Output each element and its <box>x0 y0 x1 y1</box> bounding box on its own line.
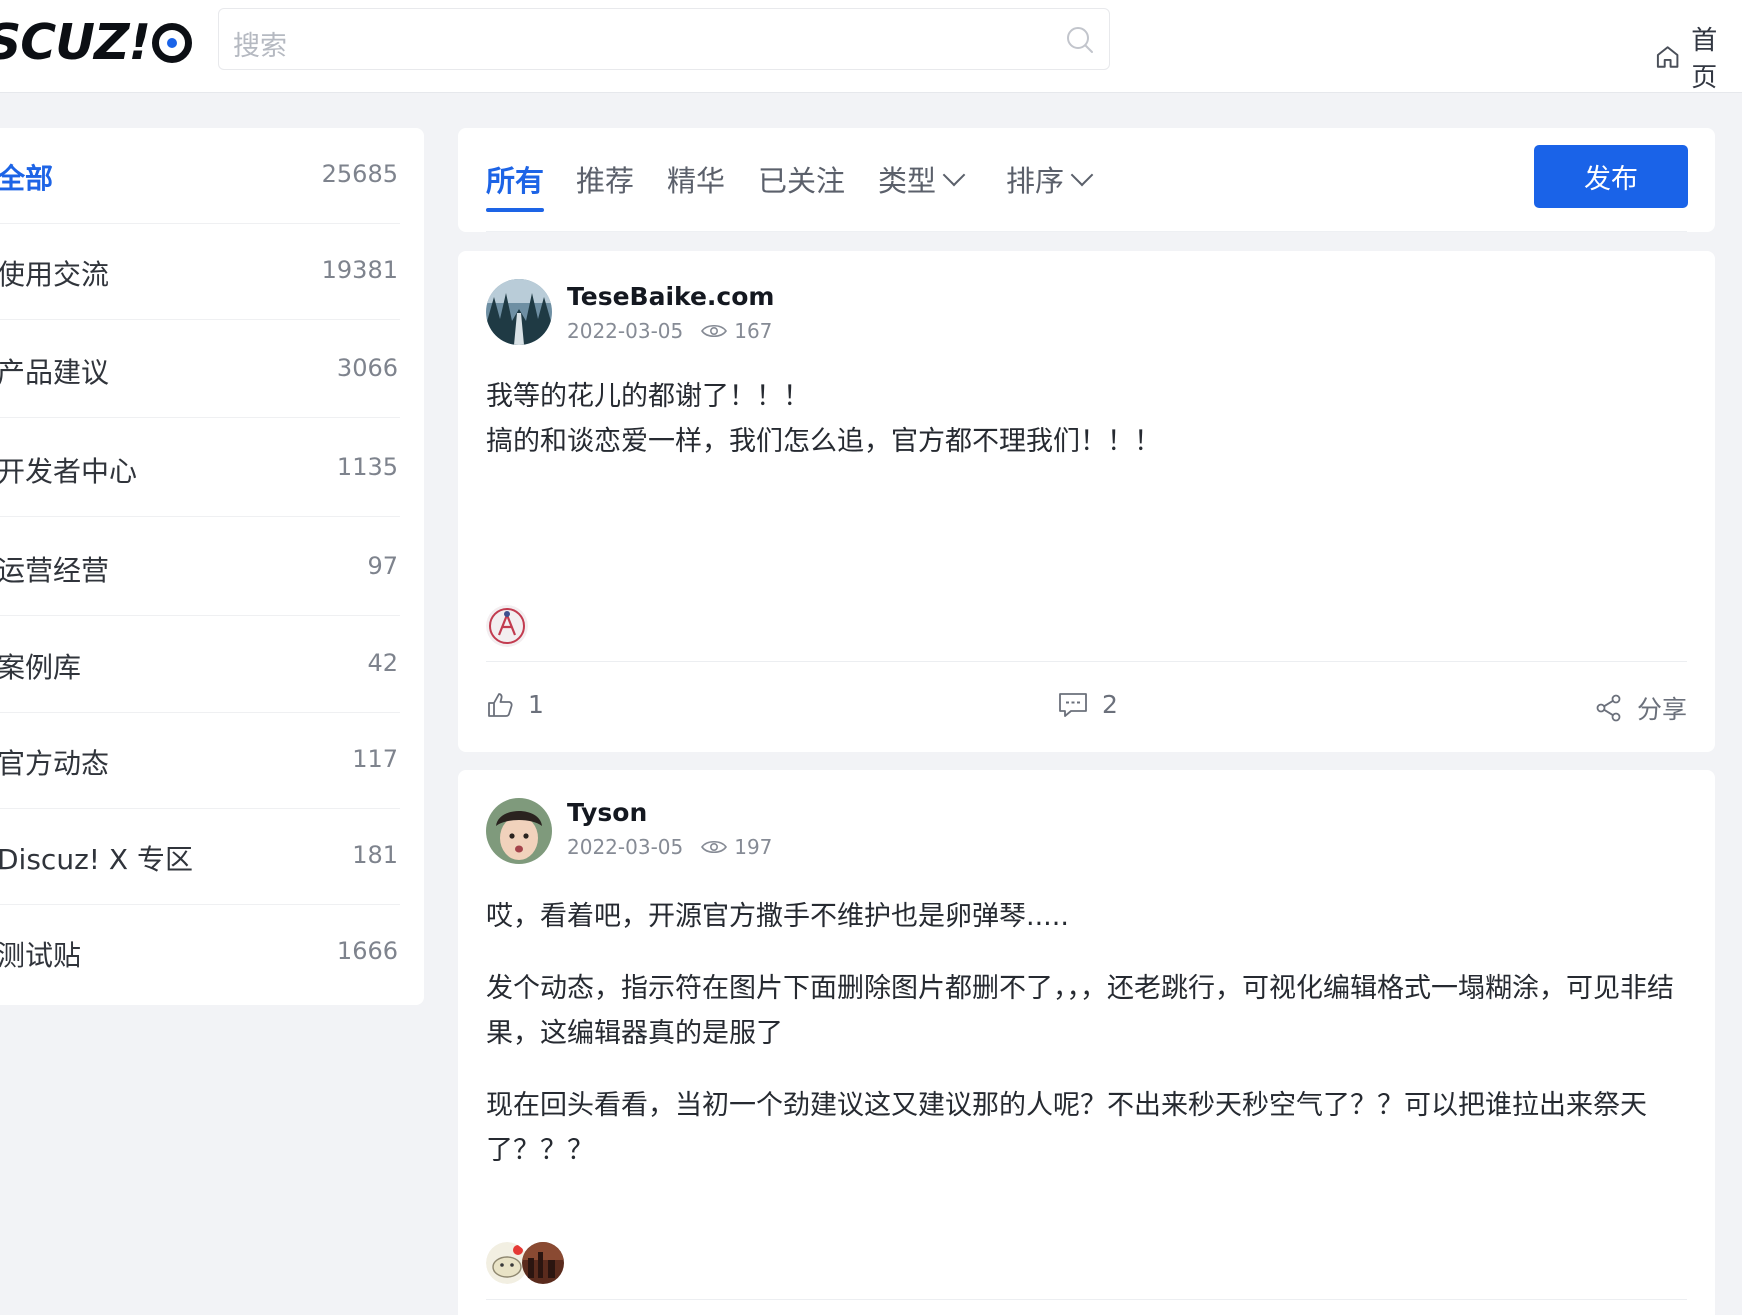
sidebar-item-label: 官方动态 <box>0 747 110 780</box>
tab-sort-label: 排序 <box>1006 164 1065 198</box>
logo-q-mark <box>151 23 192 63</box>
sidebar-item-label: 开发者中心 <box>0 455 138 488</box>
post-meta: 2022-03-05 197 <box>567 835 772 859</box>
home-nav-link[interactable]: 首页 <box>1654 20 1742 94</box>
tab-sort-dropdown[interactable]: 排序 <box>1006 158 1094 200</box>
post-view-count: 197 <box>734 835 773 859</box>
tab-recommend[interactable]: 推荐 <box>576 158 634 200</box>
sidebar-item-discuz-x[interactable]: Discuz! X 专区 181 <box>0 809 400 905</box>
reaction-avatar-image <box>486 605 528 647</box>
sidebar-item-label: 使用交流 <box>0 258 110 291</box>
sidebar-item-usage[interactable]: 使用交流 19381 <box>0 224 400 320</box>
share-label: 分享 <box>1637 695 1688 724</box>
comment-button[interactable]: 2 <box>1058 690 1118 719</box>
sidebar-item-label: Discuz! X 专区 <box>0 843 193 876</box>
reaction-avatars <box>486 1242 576 1286</box>
sidebar-item-official[interactable]: 官方动态 117 <box>0 713 400 809</box>
sidebar-item-label: 全部 <box>0 162 54 195</box>
sidebar-item-count: 181 <box>352 841 398 869</box>
sidebar-item-cases[interactable]: 案例库 42 <box>0 617 400 713</box>
sidebar-item-label: 案例库 <box>0 651 82 684</box>
sidebar-item-all[interactable]: 全部 25685 <box>0 128 400 224</box>
post-card: Tyson 2022-03-05 197 哎，看着吧，开源官方撒手不维护也是卵弹… <box>458 770 1715 1315</box>
post-views: 197 <box>701 835 772 859</box>
post-content[interactable]: 我等的花儿的都谢了！！！ 搞的和谈恋爱一样，我们怎么追，官方都不理我们！！！ <box>486 374 1687 464</box>
sidebar-item-developers[interactable]: 开发者中心 1135 <box>0 421 400 517</box>
sidebar-item-count: 19381 <box>321 256 398 284</box>
like-count: 1 <box>528 690 544 719</box>
post-divider <box>486 661 1687 662</box>
sidebar-item-label: 运营经营 <box>0 554 110 587</box>
post-date: 2022-03-05 <box>567 835 684 859</box>
tab-all[interactable]: 所有 <box>486 158 545 212</box>
post-paragraph: 发个动态，指示符在图片下面删除图片都删不了，，，还老跳行，可视化编辑格式一塌糊涂… <box>486 973 1674 1049</box>
filter-tab-bar: 所有 推荐 精华 已关注 类型 排序 发布 <box>458 128 1715 232</box>
sidebar-item-count: 25685 <box>321 160 398 188</box>
search-placeholder: 搜索 <box>233 31 287 62</box>
discuz-logo[interactable]: SCUZ! <box>0 14 192 71</box>
post-author[interactable]: Tyson <box>567 798 647 827</box>
search-input[interactable]: 搜索 <box>218 8 1110 70</box>
comment-icon <box>1059 692 1087 717</box>
sidebar-item-count: 3066 <box>336 354 398 382</box>
post-paragraph: 现在回头看看，当初一个劲建议这又建议那的人呢？不出来秒天秒空气了？？可以把谁拉出… <box>486 1090 1647 1166</box>
post-card: TeseBaike.com 2022-03-05 167 我等的花儿的都谢了！！… <box>458 251 1715 752</box>
post-paragraph: 哎，看着吧，开源官方撒手不维护也是卵弹琴..... <box>486 901 1069 932</box>
category-sidebar: 全部 25685 使用交流 19381 产品建议 3066 开发者中心 1135… <box>0 128 424 1005</box>
home-label: 首页 <box>1691 26 1718 93</box>
chevron-down-icon <box>1070 163 1094 187</box>
post-view-count: 167 <box>734 319 773 343</box>
sidebar-item-label: 测试贴 <box>0 939 82 972</box>
sidebar-item-count: 1666 <box>336 937 398 965</box>
post-content[interactable]: 哎，看着吧，开源官方撒手不维护也是卵弹琴..... 发个动态，指示符在图片下面删… <box>486 894 1687 1173</box>
post-views: 167 <box>701 319 772 343</box>
sidebar-item-operations[interactable]: 运营经营 97 <box>0 520 400 616</box>
reaction-avatar[interactable] <box>522 1242 564 1284</box>
share-button[interactable]: 分享 <box>1595 690 1687 726</box>
post-author[interactable]: TeseBaike.com <box>567 282 774 311</box>
avatar[interactable] <box>486 279 552 345</box>
like-button[interactable]: 1 <box>486 690 544 719</box>
avatar-image <box>486 798 552 864</box>
tab-bar-divider <box>486 231 1687 232</box>
avatar-image <box>486 279 552 345</box>
eye-icon <box>701 324 728 338</box>
share-icon <box>1596 694 1621 722</box>
sidebar-item-count: 97 <box>367 552 398 580</box>
sidebar-item-suggestions[interactable]: 产品建议 3066 <box>0 322 400 418</box>
sidebar-item-test[interactable]: 测试贴 1666 <box>0 905 400 1001</box>
publish-button[interactable]: 发布 <box>1534 145 1688 208</box>
tab-essence[interactable]: 精华 <box>667 158 725 200</box>
sidebar-item-label: 产品建议 <box>0 356 110 389</box>
avatar[interactable] <box>486 798 552 864</box>
top-header: SCUZ! 搜索 首页 <box>0 0 1742 93</box>
logo-text: SCUZ! <box>0 14 151 71</box>
chevron-down-icon <box>942 163 966 187</box>
thumb-up-icon <box>488 692 513 717</box>
post-meta: 2022-03-05 167 <box>567 319 772 343</box>
home-icon <box>1656 46 1679 68</box>
reaction-avatar[interactable] <box>486 605 528 647</box>
post-date: 2022-03-05 <box>567 319 684 343</box>
sidebar-item-count: 42 <box>367 649 398 677</box>
tab-type-dropdown[interactable]: 类型 <box>878 158 966 200</box>
tab-following[interactable]: 已关注 <box>758 158 845 200</box>
post-text-line: 搞的和谈恋爱一样，我们怎么追，官方都不理我们！！！ <box>486 426 1161 457</box>
post-text-line: 我等的花儿的都谢了！！！ <box>486 381 810 412</box>
search-icon[interactable] <box>1065 25 1095 55</box>
tab-type-label: 类型 <box>878 164 937 198</box>
eye-icon <box>701 840 728 854</box>
reaction-avatar-image <box>522 1242 564 1284</box>
post-divider <box>486 1299 1687 1300</box>
comment-count: 2 <box>1102 690 1118 719</box>
sidebar-item-count: 1135 <box>336 453 398 481</box>
sidebar-item-count: 117 <box>352 745 398 773</box>
